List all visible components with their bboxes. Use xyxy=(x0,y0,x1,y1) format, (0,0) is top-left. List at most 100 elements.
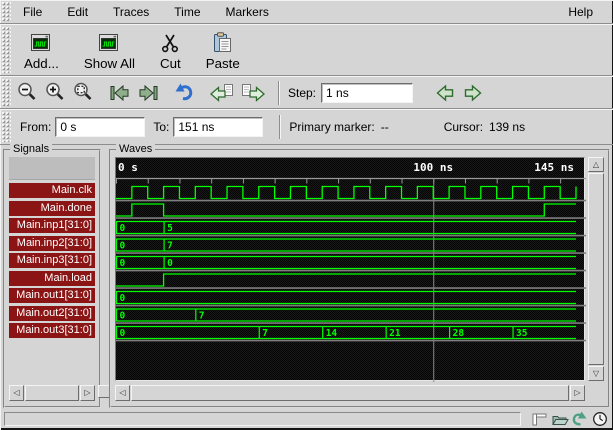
svg-text:0 s: 0 s xyxy=(118,161,138,174)
status-message xyxy=(4,412,521,426)
pane-divider xyxy=(101,149,109,408)
add-traces-button[interactable]: Add... xyxy=(14,25,69,75)
primary-marker-value: -- xyxy=(381,120,389,134)
step-back-button[interactable] xyxy=(431,79,458,106)
svg-text:100 ns: 100 ns xyxy=(413,161,453,174)
status-bar xyxy=(0,410,613,430)
svg-text:35: 35 xyxy=(516,328,528,339)
svg-text:7: 7 xyxy=(199,311,205,322)
scrollbar-thumb[interactable] xyxy=(25,385,79,401)
step-back-icon xyxy=(434,82,456,104)
menu-time[interactable]: Time xyxy=(165,2,209,22)
show-all-label: Show All xyxy=(84,56,135,71)
go-to-end-icon xyxy=(136,82,160,104)
shift-view-right-button[interactable] xyxy=(238,79,269,106)
scroll-up-arrow-icon[interactable]: △ xyxy=(588,157,604,172)
step-input[interactable] xyxy=(321,83,413,103)
scroll-down-arrow-icon[interactable]: ▽ xyxy=(588,366,604,381)
waves-horizontal-scrollbar: ◁ ▷ xyxy=(115,385,585,401)
signal-row[interactable]: Main.out1[31:0] xyxy=(9,288,95,303)
signal-row[interactable]: Main.load xyxy=(9,271,95,286)
signal-row[interactable]: Main.done xyxy=(9,201,95,216)
signal-row[interactable]: Main.out3[31:0] xyxy=(9,323,95,338)
cursor-label: Cursor: xyxy=(444,120,483,134)
show-all-button[interactable]: Show All xyxy=(74,25,145,75)
clock-icon[interactable] xyxy=(590,411,609,428)
toolbar-handle[interactable] xyxy=(2,112,11,142)
paste-label: Paste xyxy=(206,56,240,71)
shift-view-right-icon xyxy=(240,82,267,104)
signals-timebar xyxy=(9,157,95,180)
from-input[interactable] xyxy=(55,117,145,137)
scroll-left-arrow-icon[interactable]: ◁ xyxy=(115,385,130,401)
add-traces-icon xyxy=(30,28,52,54)
zoom-in-button[interactable] xyxy=(42,79,69,106)
navigation-toolbar: Step: xyxy=(0,76,613,109)
signal-row[interactable]: Main.out2[31:0] xyxy=(9,306,95,321)
svg-text:7: 7 xyxy=(262,328,268,339)
scroll-right-arrow-icon[interactable]: ▷ xyxy=(80,385,95,401)
cut-scissors-icon xyxy=(160,28,180,54)
svg-text:7: 7 xyxy=(167,241,173,252)
signal-list: Main.clk Main.done Main.inp1[31:0] Main.inp… xyxy=(9,183,95,341)
wave-display[interactable]: 0 s100 ns145 ns0507000070714212835 xyxy=(115,157,585,381)
go-to-start-button[interactable] xyxy=(106,79,133,106)
menu-traces[interactable]: Traces xyxy=(104,2,158,22)
svg-text:0: 0 xyxy=(120,328,126,339)
menu-help[interactable]: Help xyxy=(562,2,599,22)
primary-marker-label: Primary marker: xyxy=(289,120,374,134)
svg-text:0: 0 xyxy=(120,293,126,304)
scrollbar-thumb[interactable] xyxy=(588,173,604,365)
scroll-left-arrow-icon[interactable]: ◁ xyxy=(9,385,24,401)
zoom-out-icon xyxy=(16,81,39,104)
scroll-right-arrow-icon[interactable]: ▷ xyxy=(570,385,585,401)
cut-label: Cut xyxy=(160,56,181,71)
open-folder-icon[interactable] xyxy=(550,411,569,428)
step-forward-button[interactable] xyxy=(459,79,486,106)
redo-arrow-icon[interactable] xyxy=(570,411,589,428)
svg-text:0: 0 xyxy=(120,241,126,252)
undo-button[interactable] xyxy=(170,79,197,106)
signals-panel: Signals Main.clkMain.doneMain.inp1[31:0]… xyxy=(3,149,101,408)
signals-frame-label: Signals xyxy=(10,143,52,156)
from-label: From: xyxy=(20,120,51,134)
svg-text:0: 0 xyxy=(120,223,126,234)
svg-text:145 ns: 145 ns xyxy=(534,161,574,174)
signal-row[interactable]: Main.inp2[31:0] xyxy=(9,236,95,251)
shift-view-left-button[interactable] xyxy=(206,79,237,106)
svg-text:5: 5 xyxy=(167,223,173,234)
zoom-fit-button[interactable] xyxy=(70,79,97,106)
svg-text:0: 0 xyxy=(167,258,173,269)
signal-row[interactable]: Main.inp3[31:0] xyxy=(9,253,95,268)
menu-edit[interactable]: Edit xyxy=(58,2,97,22)
add-traces-label: Add... xyxy=(24,56,59,71)
zoom-out-button[interactable] xyxy=(14,79,41,106)
go-to-end-button[interactable] xyxy=(134,79,161,106)
pane-layout-icon[interactable] xyxy=(530,411,549,428)
waves-vertical-scrollbar: △ ▽ xyxy=(588,157,604,381)
shift-view-left-icon xyxy=(208,82,235,104)
to-input[interactable] xyxy=(173,117,263,137)
paste-button[interactable]: Paste xyxy=(196,25,250,75)
menu-file[interactable]: File xyxy=(14,2,51,22)
cut-button[interactable]: Cut xyxy=(150,25,191,75)
waves-frame-label: Waves xyxy=(116,143,155,156)
go-to-start-icon xyxy=(108,82,132,104)
signal-row[interactable]: Main.clk xyxy=(9,183,95,198)
svg-text:21: 21 xyxy=(389,328,401,339)
show-all-traces-icon xyxy=(98,28,120,54)
signal-row[interactable]: Main.inp1[31:0] xyxy=(9,218,95,233)
menubar: File Edit Traces Time Markers Help xyxy=(0,0,613,24)
scrollbar-thumb[interactable] xyxy=(131,385,569,401)
toolbar-handle[interactable] xyxy=(2,27,11,73)
zoom-in-icon xyxy=(44,81,67,104)
waves-panel: Waves 0 s100 ns145 ns0507000070714212835… xyxy=(109,149,610,408)
paste-clipboard-icon xyxy=(212,28,233,54)
main-area: Signals Main.clk Main.done Main.inp1[31:0]… xyxy=(0,145,613,410)
step-label: Step: xyxy=(288,86,316,100)
range-bar: From: To: Primary marker: -- Cursor: 139… xyxy=(0,109,613,145)
toolbar-handle[interactable] xyxy=(2,79,11,106)
undo-icon xyxy=(173,82,195,104)
menubar-handle[interactable] xyxy=(2,2,11,21)
menu-markers[interactable]: Markers xyxy=(217,2,278,22)
